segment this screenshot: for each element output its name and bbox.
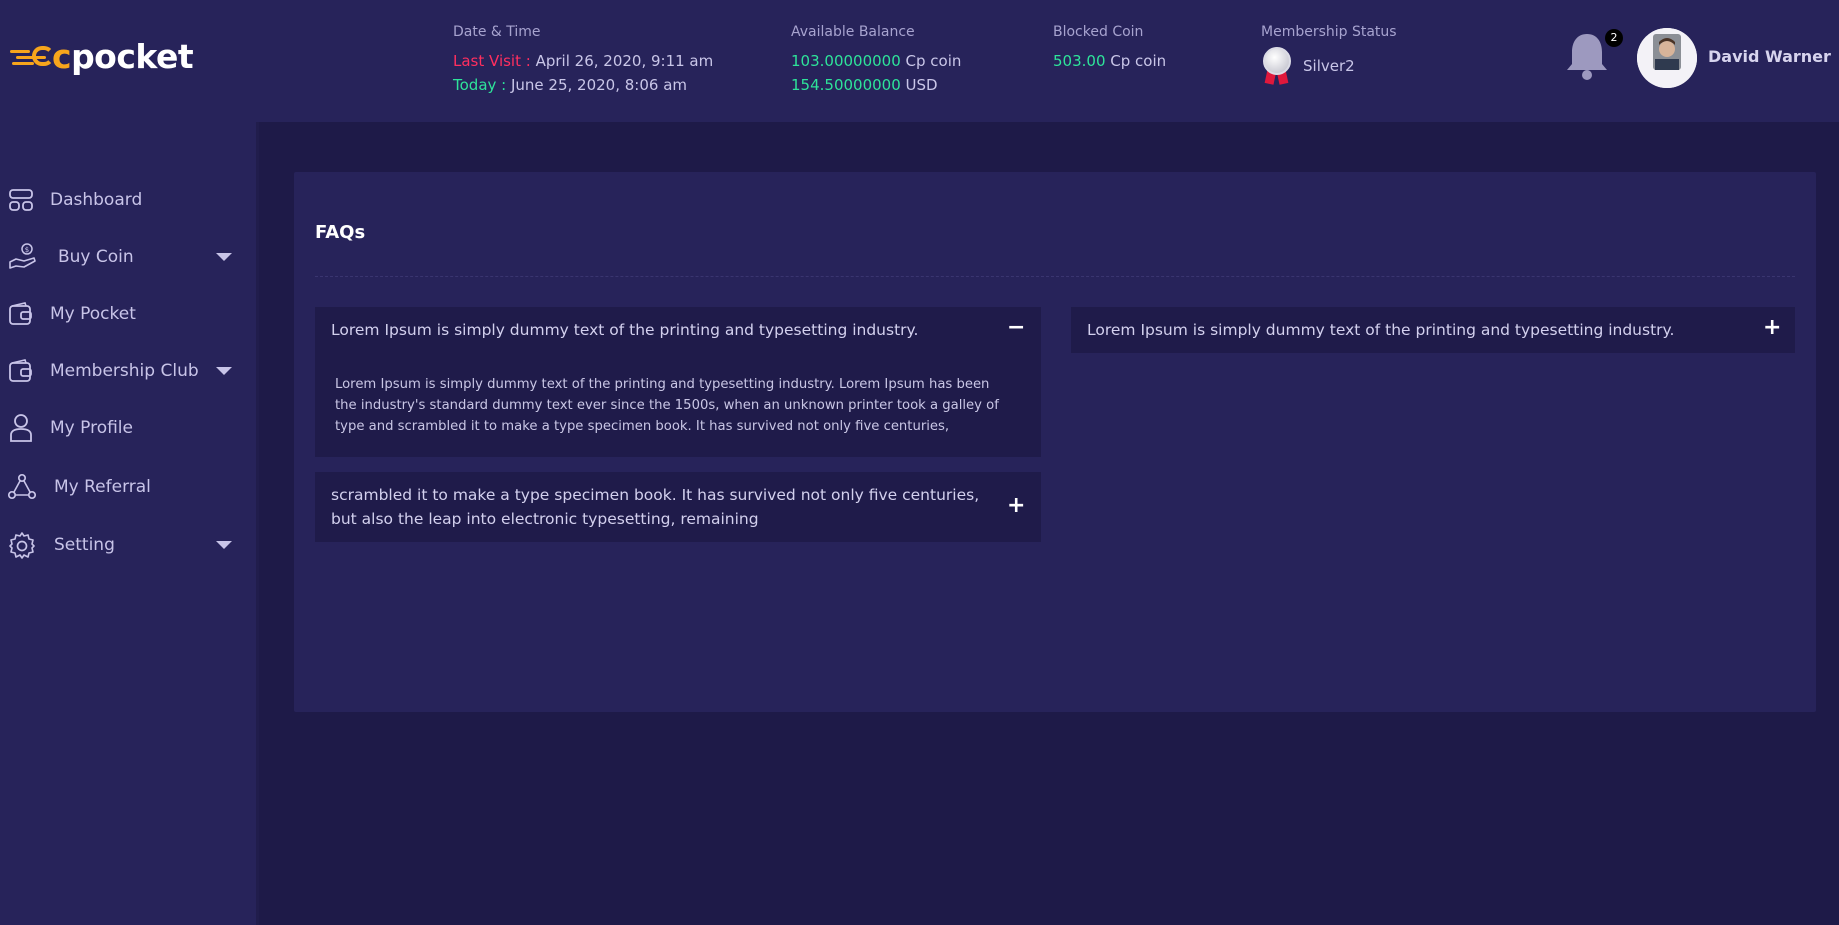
sidebar-item-dashboard[interactable]: Dashboard: [0, 177, 259, 223]
wallet-icon: [9, 302, 32, 325]
gear-icon: [9, 532, 35, 559]
referral-icon: [8, 473, 36, 500]
membership-value: Silver2: [1303, 57, 1355, 75]
coin-balance-amount: 103.00000000: [791, 52, 901, 70]
sidebar-item-my-pocket[interactable]: My Pocket: [0, 291, 259, 337]
expand-toggle-icon[interactable]: +: [1007, 495, 1025, 517]
blocked-coin-block: Blocked Coin 503.00 Cp coin: [1053, 24, 1166, 73]
coin-balance-line: 103.00000000 Cp coin: [791, 49, 961, 73]
faq-item-1: Lorem Ipsum is simply dummy text of the …: [315, 307, 1041, 457]
membership-block: Membership Status Silver2: [1261, 24, 1397, 86]
usd-balance-line: 154.50000000 USD: [791, 73, 961, 97]
today-value: June 25, 2020, 8:06 am: [510, 76, 688, 94]
logo[interactable]: cpocket: [10, 36, 194, 76]
user-photo-icon: [1637, 28, 1697, 88]
buy-coin-icon: $: [9, 243, 36, 269]
last-visit-label: Last Visit :: [453, 52, 531, 70]
user-name[interactable]: David Warner: [1708, 47, 1831, 66]
logo-text: cpocket: [52, 36, 194, 76]
faq-question[interactable]: Lorem Ipsum is simply dummy text of the …: [331, 318, 991, 342]
sidebar-item-label: My Pocket: [50, 304, 136, 324]
datetime-block: Date & Time Last Visit : April 26, 2020,…: [453, 24, 713, 97]
profile-icon: [10, 414, 32, 442]
expand-toggle-icon[interactable]: +: [1763, 317, 1781, 339]
membership-label: Membership Status: [1261, 24, 1397, 40]
faq-answer: Lorem Ipsum is simply dummy text of the …: [335, 377, 999, 434]
sidebar-item-membership-club[interactable]: Membership Club: [0, 348, 259, 394]
page-title: FAQs: [315, 222, 366, 243]
usd-balance-unit: USD: [905, 76, 938, 94]
notification-count-badge: 2: [1605, 29, 1623, 47]
faq-item-2: scrambled it to make a type specimen boo…: [315, 472, 1041, 542]
sidebar-item-label: Buy Coin: [58, 247, 134, 267]
blocked-coin-label: Blocked Coin: [1053, 24, 1144, 40]
divider: [315, 276, 1795, 277]
datetime-label: Date & Time: [453, 24, 541, 40]
faq-question[interactable]: scrambled it to make a type specimen boo…: [331, 483, 1001, 531]
coin-balance-unit: Cp coin: [905, 52, 962, 70]
sidebar-item-label: My Profile: [50, 418, 133, 438]
faq-item-3: Lorem Ipsum is simply dummy text of the …: [1071, 307, 1795, 353]
sidebar-item-setting[interactable]: Setting: [0, 522, 259, 568]
svg-text:$: $: [25, 246, 29, 254]
balance-block: Available Balance 103.00000000 Cp coin 1…: [791, 24, 961, 97]
chevron-down-icon: [216, 541, 232, 549]
today-line: Today : June 25, 2020, 8:06 am: [453, 73, 713, 97]
sidebar-item-label: Dashboard: [50, 190, 143, 210]
silver-medal-icon: [1261, 46, 1293, 86]
bell-icon[interactable]: [1563, 30, 1611, 82]
chevron-down-icon: [216, 367, 232, 375]
today-label: Today :: [453, 76, 507, 94]
sidebar-item-buy-coin[interactable]: $ Buy Coin: [0, 234, 259, 280]
membership-icon: [9, 359, 32, 382]
chevron-down-icon: [216, 253, 232, 261]
balance-label: Available Balance: [791, 24, 915, 40]
usd-balance-amount: 154.50000000: [791, 76, 901, 94]
top-header: cpocket Date & Time Last Visit : April 2…: [0, 0, 1839, 122]
faq-card: FAQs Lorem Ipsum is simply dummy text of…: [294, 172, 1816, 712]
sidebar: Dashboard $ Buy Coin My Pocket Membershi…: [0, 122, 259, 925]
blocked-coin-amount: 503.00: [1053, 52, 1106, 70]
sidebar-item-my-profile[interactable]: My Profile: [0, 405, 259, 451]
sidebar-item-label: Setting: [54, 535, 115, 555]
avatar[interactable]: [1637, 28, 1697, 88]
speed-lines-icon: [10, 43, 54, 69]
last-visit-line: Last Visit : April 26, 2020, 9:11 am: [453, 49, 713, 73]
blocked-coin-line: 503.00 Cp coin: [1053, 49, 1166, 73]
sidebar-item-label: My Referral: [54, 477, 151, 497]
sidebar-item-label: Membership Club: [50, 361, 199, 381]
blocked-coin-unit: Cp coin: [1110, 52, 1167, 70]
last-visit-value: April 26, 2020, 9:11 am: [535, 52, 714, 70]
membership-status: Silver2: [1261, 46, 1397, 86]
collapse-toggle-icon[interactable]: −: [1007, 317, 1025, 339]
sidebar-item-my-referral[interactable]: My Referral: [0, 464, 259, 510]
faq-question[interactable]: Lorem Ipsum is simply dummy text of the …: [1087, 318, 1747, 342]
dashboard-icon: [9, 189, 33, 211]
